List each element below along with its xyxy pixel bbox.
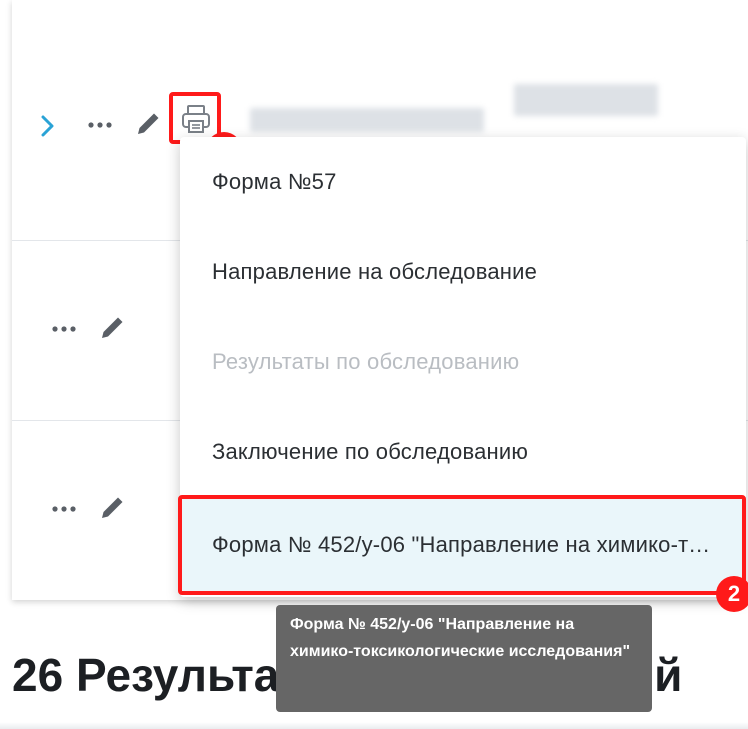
form-452-highlight [178,495,746,595]
menu-item-label: Результаты по обследованию [212,349,520,374]
menu-item-examination-results: Результаты по обследованию [180,317,746,407]
step-marker-2: 2 [716,576,748,612]
menu-item-label: Форма №57 [212,169,337,194]
more-dots-icon[interactable] [48,496,80,522]
pencil-icon[interactable] [94,310,130,346]
menu-item-examination-conclusion[interactable]: Заключение по обследованию [180,407,746,497]
menu-item-tooltip: Форма № 452/у-06 "Направление на химико-… [276,605,652,712]
blurred-text [514,84,658,116]
menu-item-label: Заключение по обследованию [212,439,529,464]
chevron-right-icon[interactable] [36,108,60,144]
pencil-icon[interactable] [130,106,166,142]
pencil-icon[interactable] [94,490,130,526]
blurred-text [250,108,484,132]
bottom-edge [0,722,748,729]
menu-item-form-57[interactable]: Форма №57 [180,137,746,227]
more-dots-icon[interactable] [84,112,116,138]
menu-item-examination-referral[interactable]: Направление на обследование [180,227,746,317]
menu-item-label: Направление на обследование [212,259,538,284]
more-dots-icon[interactable] [48,316,80,342]
